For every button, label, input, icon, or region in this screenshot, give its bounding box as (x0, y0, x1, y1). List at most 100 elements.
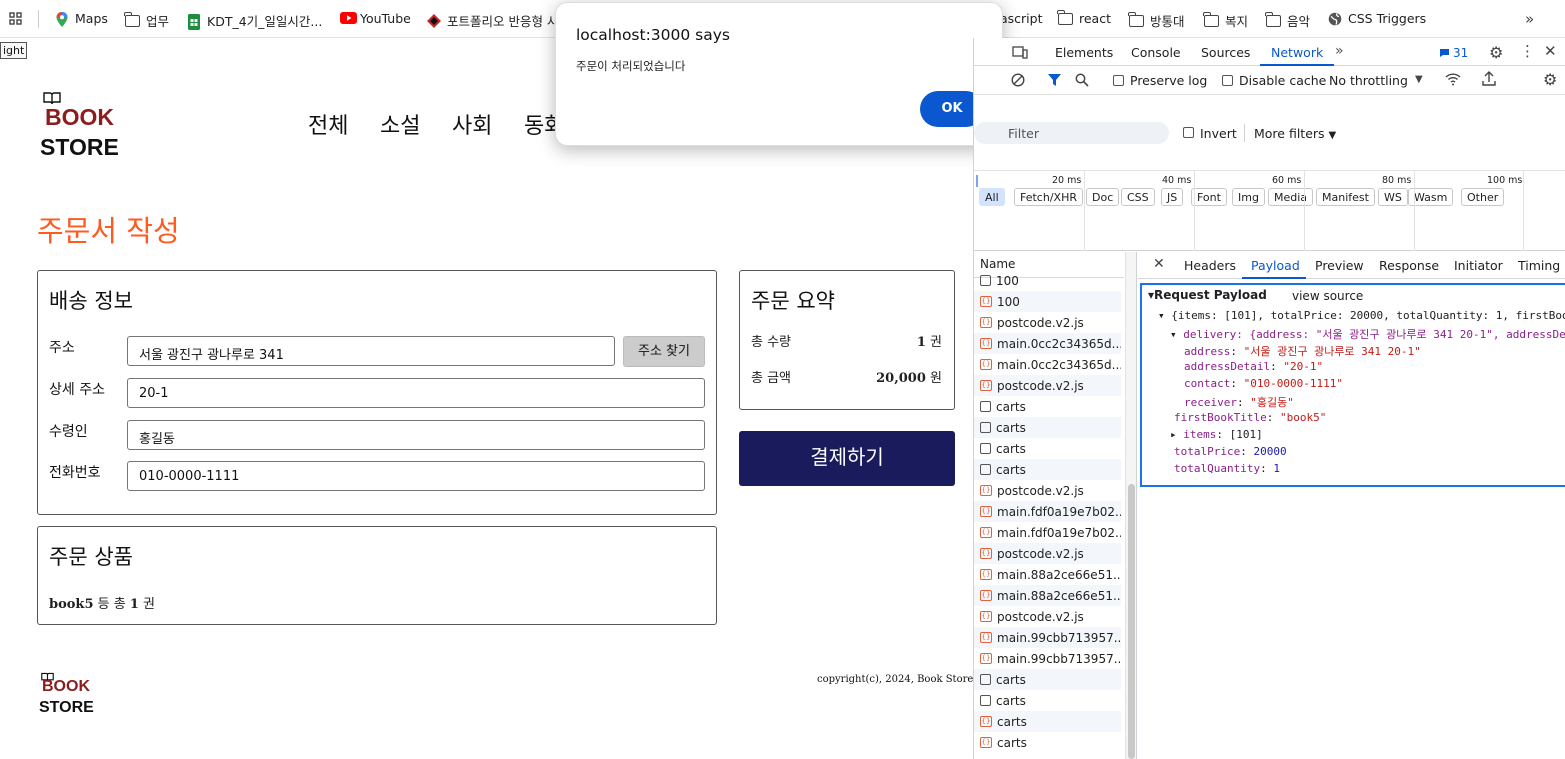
disable-cache-checkbox[interactable] (1222, 75, 1233, 86)
detail-tab-headers[interactable]: Headers (1184, 258, 1236, 273)
request-name: carts (996, 420, 1026, 435)
receiver-input[interactable]: 홍길동 (127, 420, 705, 450)
item-book-title: book5 (49, 597, 94, 612)
request-name: main.88a2ce66e51... (997, 567, 1121, 582)
payload-items-line[interactable]: ▸ items: [101] (1170, 428, 1263, 441)
request-row[interactable]: {} postcode.v2.js (974, 543, 1121, 564)
footer-logo[interactable]: BOOK STORE (39, 667, 109, 719)
bookmark-label: CSS Triggers (1348, 11, 1427, 26)
network-settings-icon[interactable]: ⚙ (1543, 70, 1557, 89)
request-row[interactable]: {} main.99cbb713957... (974, 648, 1121, 669)
payload-delivery-line[interactable]: ▾ delivery: {address: "서울 광진구 광나루로 341 2… (1170, 326, 1565, 342)
bookmark-youtube[interactable]: YouTube (340, 11, 411, 26)
nav-novel[interactable]: 소설 (380, 108, 420, 140)
request-row[interactable]: {} main.88a2ce66e51... (974, 585, 1121, 606)
nav-all[interactable]: 전체 (308, 108, 348, 140)
detail-tab-payload[interactable]: Payload (1251, 258, 1300, 273)
filter-funnel-icon[interactable] (1048, 74, 1061, 90)
bookmark-css-triggers[interactable]: CSS Triggers (1328, 11, 1426, 26)
detail-tab-preview[interactable]: Preview (1315, 258, 1364, 273)
preserve-log-checkbox[interactable] (1113, 75, 1124, 86)
bookmark-folder-work[interactable]: 업무 (124, 11, 169, 30)
payload-section-header[interactable]: ▾Request Payload (1148, 288, 1267, 302)
device-toolbar-icon[interactable] (1012, 46, 1028, 62)
request-name: main.fdf0a19e7b02... (997, 504, 1121, 519)
pay-button[interactable]: 결제하기 (739, 431, 955, 486)
request-row[interactable]: carts (974, 438, 1121, 459)
timeline-overview[interactable]: 20 ms 40 ms 60 ms 80 ms 100 ms (974, 170, 1565, 251)
bookmark-maps[interactable]: Maps (55, 11, 108, 27)
request-row[interactable]: carts (974, 417, 1121, 438)
devtools-panel: Elements Console Sources Network » 31 ⚙ … (973, 38, 1565, 759)
import-har-icon[interactable] (1482, 71, 1496, 89)
request-list-scrollbar[interactable] (1125, 252, 1136, 759)
issues-badge[interactable]: 31 (1439, 46, 1468, 60)
request-row[interactable]: carts (974, 396, 1121, 417)
bookmark-folder-welfare[interactable]: 복지 (1203, 11, 1248, 30)
request-row[interactable]: {} postcode.v2.js (974, 480, 1121, 501)
phone-input[interactable]: 010-0000-1111 (127, 461, 705, 491)
request-row[interactable]: {} main.fdf0a19e7b02... (974, 522, 1121, 543)
apps-grid-icon[interactable] (9, 12, 22, 25)
tab-sources[interactable]: Sources (1201, 45, 1250, 60)
more-filters-button[interactable]: More filters ▼ (1254, 126, 1336, 141)
request-name: postcode.v2.js (997, 609, 1084, 624)
detail-address-input[interactable]: 20-1 (127, 378, 705, 408)
request-row[interactable]: 100 (974, 270, 1121, 291)
invert-checkbox[interactable] (1183, 127, 1194, 138)
request-row[interactable]: {} main.fdf0a19e7b02... (974, 501, 1121, 522)
more-tabs-icon[interactable]: » (1335, 43, 1344, 59)
tab-elements[interactable]: Elements (1055, 45, 1113, 60)
document-file-icon (980, 443, 991, 454)
payload-contact-line: contact: "010-0000-1111" (1184, 377, 1343, 390)
view-source-link[interactable]: view source (1292, 289, 1363, 303)
payload-root-line[interactable]: ▾ {items: [101], totalPrice: 20000, tota… (1158, 309, 1565, 322)
throttling-select[interactable]: No throttling (1329, 73, 1408, 88)
script-file-icon: {} (980, 296, 992, 307)
settings-gear-icon[interactable]: ⚙ (1489, 43, 1503, 62)
request-row[interactable]: {} postcode.v2.js (974, 606, 1121, 627)
search-icon[interactable] (1075, 73, 1089, 90)
bookmark-ascript[interactable]: ascript (1000, 11, 1043, 26)
request-row[interactable]: {} carts (974, 711, 1121, 732)
tab-console[interactable]: Console (1131, 45, 1181, 60)
address-input[interactable]: 서울 광진구 광나루로 341 (127, 336, 615, 366)
bookmark-folder-music[interactable]: 음악 (1265, 11, 1310, 30)
bookmark-kdt-sheet[interactable]: KDT_4기_일일시간... (187, 11, 322, 30)
request-row[interactable]: {} main.88a2ce66e51... (974, 564, 1121, 585)
request-row[interactable]: {} carts (974, 732, 1121, 753)
bookmark-folder-knou[interactable]: 방통대 (1128, 11, 1185, 30)
payload-key: firstBookTitle (1174, 411, 1267, 424)
close-devtools-icon[interactable]: ✕ (1544, 42, 1557, 60)
request-row[interactable]: carts (974, 690, 1121, 711)
nav-society[interactable]: 사회 (452, 108, 492, 140)
scrollbar-thumb[interactable] (1128, 484, 1135, 759)
request-row[interactable]: {} 100 (974, 291, 1121, 312)
clear-icon[interactable] (1011, 73, 1025, 90)
bookmark-folder-react[interactable]: react (1057, 9, 1111, 26)
diamond-icon (427, 13, 441, 28)
request-row[interactable]: {} postcode.v2.js (974, 312, 1121, 333)
tab-network[interactable]: Network (1271, 45, 1323, 60)
filter-input[interactable]: Filter (974, 122, 1169, 144)
find-address-button[interactable]: 주소 찾기 (623, 336, 705, 367)
detail-tab-timing[interactable]: Timing (1518, 258, 1560, 273)
bookmark-label: KDT_4기_일일시간... (207, 14, 323, 29)
request-row[interactable]: {} main.0cc2c34365d... (974, 354, 1121, 375)
network-conditions-icon[interactable] (1444, 72, 1462, 89)
request-row[interactable]: {} postcode.v2.js (974, 375, 1121, 396)
header-logo[interactable]: BOOK STORE (40, 88, 130, 160)
detail-tab-initiator[interactable]: Initiator (1454, 258, 1503, 273)
detail-tab-response[interactable]: Response (1379, 258, 1439, 273)
request-row[interactable]: carts (974, 459, 1121, 480)
bookmarks-overflow-icon[interactable]: » (1525, 10, 1534, 28)
price-unit: 원 (930, 371, 942, 386)
close-detail-icon[interactable]: ✕ (1153, 256, 1165, 272)
bookmark-portfolio[interactable]: 포트폴리오 반응형 사... (427, 11, 570, 30)
kebab-menu-icon[interactable]: ⋮ (1520, 42, 1535, 60)
request-row[interactable]: {} main.0cc2c34365d... (974, 333, 1121, 354)
dialog-message: 주문이 처리되었습니다 (576, 59, 686, 73)
request-row[interactable]: {} main.99cbb713957... (974, 627, 1121, 648)
payload-address-detail-line: addressDetail: "20-1" (1184, 360, 1324, 373)
request-row[interactable]: carts (974, 669, 1121, 690)
